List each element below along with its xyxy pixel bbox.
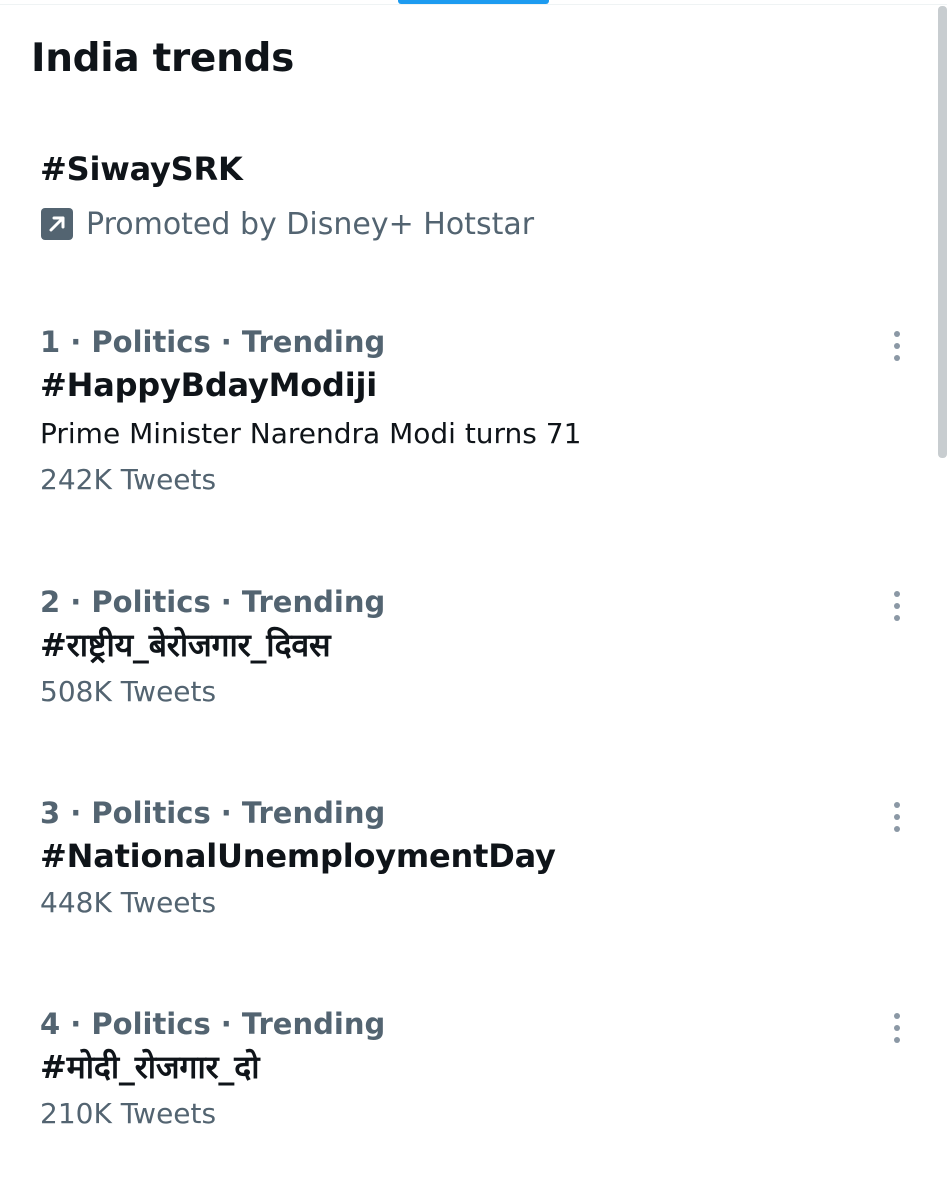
trend-item-4[interactable]: 4 · Politics · Trending #मोदी_रोजगार_दो … — [40, 1004, 907, 1134]
dot — [894, 591, 900, 597]
trend-meta: 4 · Politics · Trending — [40, 1007, 386, 1041]
page-title: India trends — [31, 36, 295, 81]
header-divider — [0, 4, 947, 5]
dot — [894, 331, 900, 337]
trend-item-1[interactable]: 1 · Politics · Trending #HappyBdayModiji… — [40, 322, 907, 500]
trend-meta: 3 · Politics · Trending — [40, 796, 386, 830]
trend-tweet-count: 242K Tweets — [40, 463, 217, 496]
dot — [894, 802, 900, 808]
dot — [894, 355, 900, 361]
dot — [894, 615, 900, 621]
dot — [894, 826, 900, 832]
trend-name: #NationalUnemploymentDay — [40, 837, 556, 875]
promoted-trend[interactable]: #SiwaySRK Promoted by Disney+ Hotstar — [40, 146, 907, 246]
trend-tweet-count: 508K Tweets — [40, 675, 217, 708]
dot — [894, 814, 900, 820]
trends-page: India trends #SiwaySRK Promoted by Disne… — [0, 0, 947, 1200]
dot — [894, 1013, 900, 1019]
promoted-label-row: Promoted by Disney+ Hotstar — [40, 202, 907, 246]
trend-name: #राष्ट्रीय_बेरोजगार_दिवस — [40, 626, 331, 664]
trend-tweet-count: 448K Tweets — [40, 886, 217, 919]
trend-tweet-count: 210K Tweets — [40, 1097, 217, 1130]
more-options-icon[interactable] — [882, 795, 912, 839]
scrollbar[interactable] — [938, 6, 947, 458]
trend-meta: 2 · Politics · Trending — [40, 585, 386, 619]
trend-name: #SiwaySRK — [40, 150, 243, 188]
dot — [894, 1025, 900, 1031]
trend-meta: 1 · Politics · Trending — [40, 325, 386, 359]
more-options-icon[interactable] — [882, 1006, 912, 1050]
promoted-by-label: Promoted by Disney+ Hotstar — [86, 206, 535, 242]
more-options-icon[interactable] — [882, 584, 912, 628]
trend-description: Prime Minister Narendra Modi turns 71 — [40, 417, 582, 450]
trend-name: #HappyBdayModiji — [40, 366, 378, 404]
trend-item-3[interactable]: 3 · Politics · Trending #NationalUnemplo… — [40, 793, 907, 923]
promoted-arrow-icon — [41, 208, 73, 240]
trend-item-2[interactable]: 2 · Politics · Trending #राष्ट्रीय_बेरोज… — [40, 582, 907, 712]
more-options-icon[interactable] — [882, 324, 912, 368]
dot — [894, 343, 900, 349]
dot — [894, 603, 900, 609]
trend-name: #मोदी_रोजगार_दो — [40, 1048, 260, 1086]
dot — [894, 1037, 900, 1043]
